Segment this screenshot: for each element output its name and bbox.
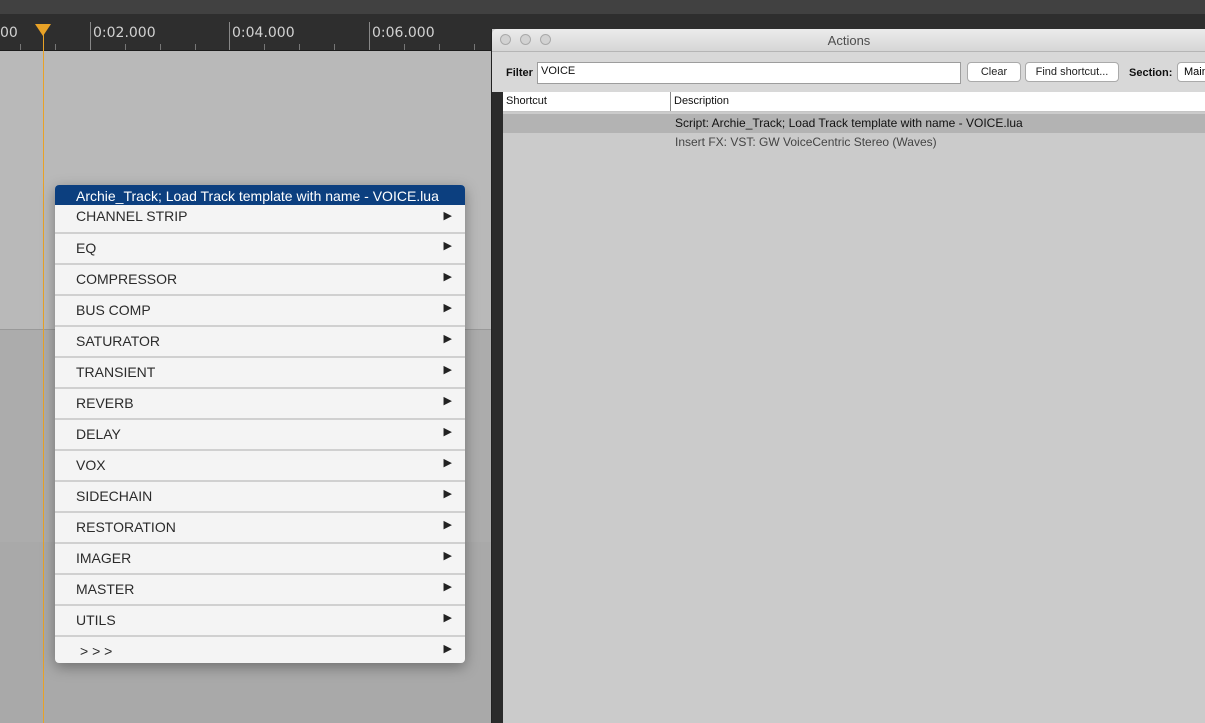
menu-item-utils[interactable]: UTILS ▶: [55, 606, 465, 637]
menu-item-delay[interactable]: DELAY ▶: [55, 420, 465, 451]
submenu-arrow-icon: ▶: [443, 210, 452, 222]
menu-item-archie-track-voice[interactable]: Archie_Track; Load Track template with n…: [55, 185, 465, 205]
menu-item-label: > > >: [80, 643, 113, 659]
submenu-arrow-icon: ▶: [443, 364, 452, 376]
menu-item-label: CHANNEL STRIP: [76, 208, 188, 224]
section-label: Section:: [1129, 67, 1173, 79]
window-titlebar[interactable]: Actions: [492, 29, 1205, 52]
filter-label: Filter: [506, 67, 533, 79]
submenu-arrow-icon: ▶: [443, 643, 452, 655]
menu-item-label: RESTORATION: [76, 519, 176, 535]
menu-item-compressor[interactable]: COMPRESSOR ▶: [55, 265, 465, 296]
menu-item-transient[interactable]: TRANSIENT ▶: [55, 358, 465, 389]
ruler-minor-tick: [20, 44, 21, 50]
menu-item-label: IMAGER: [76, 550, 132, 566]
menu-item-channel-strip[interactable]: CHANNEL STRIP ▶: [55, 205, 465, 234]
menu-item-imager[interactable]: IMAGER ▶: [55, 544, 465, 575]
menu-item-eq[interactable]: EQ ▶: [55, 234, 465, 265]
menu-item-label: REVERB: [76, 395, 134, 411]
context-menu: Archie_Track; Load Track template with n…: [55, 185, 465, 663]
menu-item-sidechain[interactable]: SIDECHAIN ▶: [55, 482, 465, 513]
submenu-arrow-icon: ▶: [443, 488, 452, 500]
column-header-shortcut[interactable]: Shortcut: [506, 95, 547, 107]
top-strip: [0, 0, 1205, 14]
actions-list[interactable]: Shortcut Description Script: Archie_Trac…: [503, 92, 1205, 723]
submenu-arrow-icon: ▶: [443, 550, 452, 562]
submenu-arrow-icon: ▶: [443, 271, 452, 283]
filter-input[interactable]: VOICE: [537, 62, 961, 84]
menu-item-label: SIDECHAIN: [76, 488, 153, 504]
action-description: Insert FX: VST: GW VoiceCentric Stereo (…: [675, 135, 937, 149]
submenu-arrow-icon: ▶: [443, 426, 452, 438]
menu-item-master[interactable]: MASTER ▶: [55, 575, 465, 606]
ruler-label: 0:04.000: [232, 25, 295, 41]
ruler-minor-tick: [55, 44, 56, 50]
ruler-minor-tick: [334, 44, 335, 50]
playhead-line[interactable]: [43, 28, 44, 723]
find-shortcut-button[interactable]: Find shortcut...: [1025, 62, 1119, 82]
submenu-arrow-icon: ▶: [443, 457, 452, 469]
ruler-tick: [369, 22, 370, 50]
menu-item-label: TRANSIENT: [76, 364, 156, 380]
clear-button[interactable]: Clear: [967, 62, 1021, 82]
column-header-description[interactable]: Description: [674, 95, 729, 107]
ruler-minor-tick: [439, 44, 440, 50]
menu-item-saturator[interactable]: SATURATOR ▶: [55, 327, 465, 358]
menu-item-label: MASTER: [76, 581, 135, 597]
ruler-minor-tick: [125, 44, 126, 50]
playhead-marker-icon[interactable]: [35, 24, 51, 36]
submenu-arrow-icon: ▶: [443, 302, 452, 314]
action-row[interactable]: Script: Archie_Track; Load Track templat…: [503, 114, 1205, 133]
submenu-arrow-icon: ▶: [443, 519, 452, 531]
ruler-label: 00: [0, 25, 18, 41]
section-select[interactable]: Main: [1177, 62, 1205, 82]
window-edge: [492, 92, 503, 723]
ruler-minor-tick: [160, 44, 161, 50]
menu-item-label: VOX: [76, 457, 106, 473]
submenu-arrow-icon: ▶: [443, 333, 452, 345]
ruler-tick: [229, 22, 230, 50]
ruler-minor-tick: [404, 44, 405, 50]
menu-item-bus-comp[interactable]: BUS COMP ▶: [55, 296, 465, 327]
menu-item-label: EQ: [76, 240, 97, 256]
ruler-label: 0:02.000: [93, 25, 156, 41]
ruler-label: 0:06.000: [372, 25, 435, 41]
submenu-arrow-icon: ▶: [443, 240, 452, 252]
ruler-tick: [90, 22, 91, 50]
column-divider[interactable]: [670, 92, 671, 111]
action-description: Script: Archie_Track; Load Track templat…: [675, 116, 1023, 130]
menu-item-label: COMPRESSOR: [76, 271, 178, 287]
menu-item-reverb[interactable]: REVERB ▶: [55, 389, 465, 420]
action-row[interactable]: Insert FX: VST: GW VoiceCentric Stereo (…: [503, 133, 1205, 152]
actions-toolbar: Filter VOICE Clear Find shortcut... Sect…: [492, 52, 1205, 92]
actions-window: Actions Filter VOICE Clear Find shortcut…: [491, 29, 1205, 723]
list-header: Shortcut Description: [503, 92, 1205, 112]
submenu-arrow-icon: ▶: [443, 612, 452, 624]
submenu-arrow-icon: ▶: [443, 581, 452, 593]
ruler-minor-tick: [474, 44, 475, 50]
menu-item-label: DELAY: [76, 426, 121, 442]
menu-item-label: BUS COMP: [76, 302, 151, 318]
menu-item-more[interactable]: > > > ▶: [55, 637, 465, 663]
menu-item-label: UTILS: [76, 612, 116, 628]
menu-item-label: SATURATOR: [76, 333, 161, 349]
menu-item-vox[interactable]: VOX ▶: [55, 451, 465, 482]
ruler-minor-tick: [264, 44, 265, 50]
ruler-minor-tick: [195, 44, 196, 50]
ruler-minor-tick: [299, 44, 300, 50]
submenu-arrow-icon: ▶: [443, 395, 452, 407]
menu-item-restoration[interactable]: RESTORATION ▶: [55, 513, 465, 544]
window-title: Actions: [827, 33, 871, 48]
